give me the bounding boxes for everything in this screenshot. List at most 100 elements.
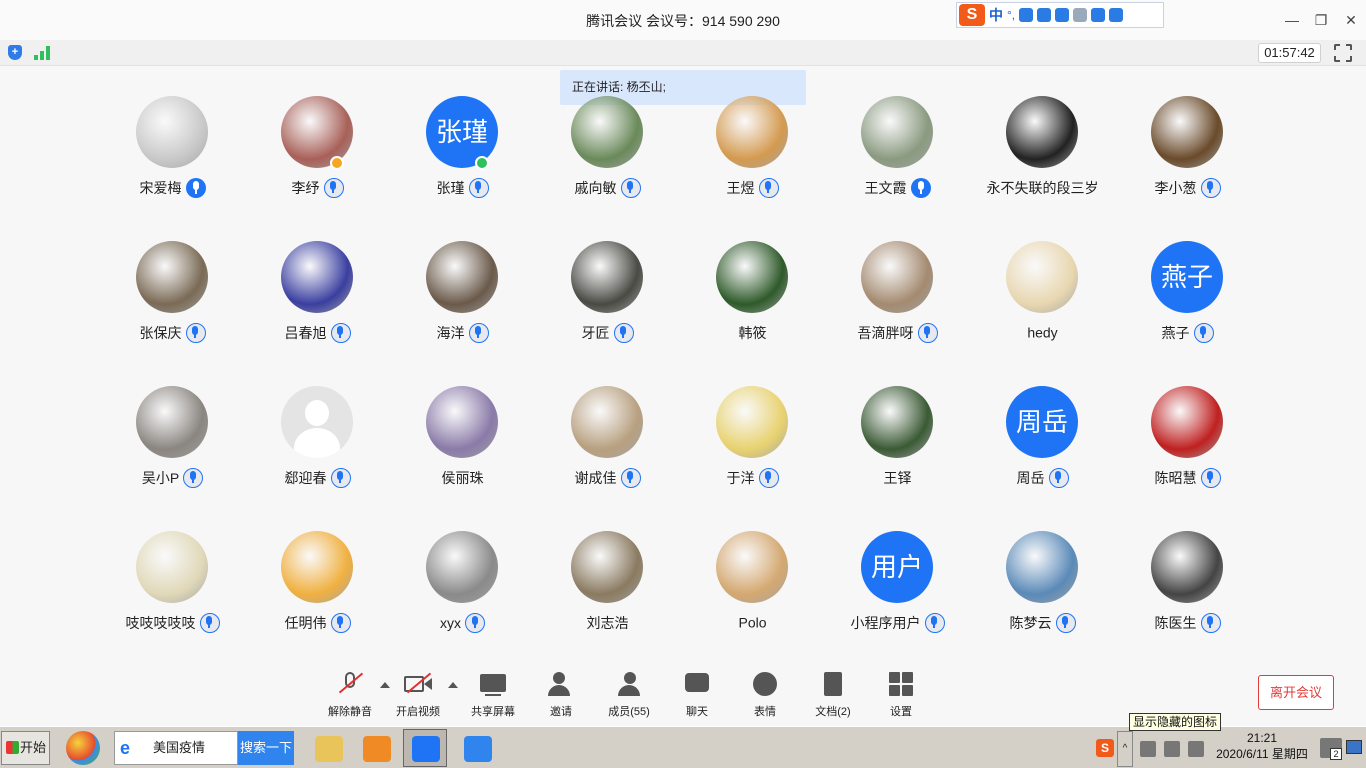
taskbar-tencent-meeting[interactable] [403,729,447,767]
avatar[interactable] [426,241,498,313]
avatar[interactable] [281,241,353,313]
participant-tile[interactable]: 王煜 [680,96,825,241]
participant-tile[interactable]: 张瑾 张瑾 [390,96,535,241]
avatar[interactable] [1151,386,1223,458]
emoji-button[interactable]: 表情 [733,670,797,720]
sogou-tray-icon[interactable]: S [1096,739,1114,757]
avatar[interactable] [281,531,353,603]
avatar[interactable] [861,96,933,168]
restore-button[interactable]: ❐ [1311,10,1331,30]
participant-tile[interactable]: 吱吱吱吱吱 [100,531,245,676]
toolbox-icon[interactable] [1109,8,1124,22]
participant-tile[interactable]: 牙匠 [535,241,680,386]
search-input[interactable]: e 美国疫情 [114,731,238,765]
chat-button[interactable]: 聊天 [665,670,729,720]
fullscreen-icon[interactable] [1334,44,1352,62]
avatar[interactable] [1006,531,1078,603]
start-video-button[interactable]: 开启视频 [386,670,450,720]
taskbar-media-player[interactable] [354,729,398,767]
documents-button[interactable]: 文档(2) [801,670,865,720]
taskbar-explorer[interactable] [306,729,350,767]
keyboard-icon[interactable] [1055,8,1070,22]
avatar[interactable] [1006,241,1078,313]
participant-tile[interactable]: 李小葱 [1115,96,1260,241]
avatar[interactable] [861,386,933,458]
participant-tile[interactable]: 陈梦云 [970,531,1115,676]
participant-tile[interactable]: 宋爱梅 [100,96,245,241]
avatar[interactable] [281,386,353,458]
participant-tile[interactable]: 吴小P [100,386,245,531]
avatar[interactable] [571,531,643,603]
avatar[interactable] [716,531,788,603]
avatar[interactable] [136,531,208,603]
search-button[interactable]: 搜索一下 [238,731,294,765]
avatar[interactable] [1151,96,1223,168]
participant-tile[interactable]: 戚向敏 [535,96,680,241]
avatar[interactable] [571,96,643,168]
participant-tile[interactable]: 陈医生 [1115,531,1260,676]
participant-tile[interactable]: 吕春旭 [245,241,390,386]
avatar[interactable] [571,241,643,313]
show-desktop-icon[interactable] [1346,740,1362,754]
avatar[interactable]: 周岳 [1006,386,1078,458]
avatar[interactable] [716,386,788,458]
participant-tile[interactable]: 侯丽珠 [390,386,535,531]
avatar[interactable] [426,531,498,603]
avatar[interactable] [861,241,933,313]
participant-tile[interactable]: 韩筱 [680,241,825,386]
network-icon[interactable] [1164,741,1180,757]
emoji-icon[interactable] [1019,8,1034,22]
usb-icon[interactable] [1140,741,1156,757]
avatar[interactable] [571,386,643,458]
show-hidden-icons-button[interactable]: ^ [1117,731,1133,767]
close-button[interactable]: ✕ [1341,10,1361,30]
participant-tile[interactable]: 张保庆 [100,241,245,386]
avatar[interactable] [136,96,208,168]
share-screen-button[interactable]: 共享屏幕 [461,670,525,720]
avatar[interactable] [426,386,498,458]
participant-tile[interactable]: xyx [390,531,535,676]
ime-toolbar[interactable]: S 中 °, [956,2,1164,28]
voice-icon[interactable] [1037,8,1052,22]
participant-tile[interactable]: 刘志浩 [535,531,680,676]
avatar[interactable] [716,241,788,313]
participant-tile[interactable]: Polo [680,531,825,676]
signal-icon[interactable] [34,45,50,60]
participant-tile[interactable]: 吾滴胖呀 [825,241,970,386]
participant-tile[interactable]: 于洋 [680,386,825,531]
participant-tile[interactable]: hedy [970,241,1115,386]
start-button[interactable]: 开始 [1,731,50,765]
leave-meeting-button[interactable]: 离开会议 [1258,675,1334,710]
avatar[interactable] [136,386,208,458]
members-button[interactable]: 成员(55) [597,670,661,720]
user-icon[interactable] [1073,8,1088,22]
invite-button[interactable]: 邀请 [529,670,593,720]
video-options-caret[interactable] [448,682,458,688]
taskbar-wps[interactable] [455,729,499,767]
participant-tile[interactable]: 永不失联的段三岁 [970,96,1115,241]
avatar[interactable] [716,96,788,168]
participant-tile[interactable]: 谢成佳 [535,386,680,531]
unmute-button[interactable]: 解除静音 [318,670,382,720]
minimize-button[interactable]: — [1282,10,1302,30]
clock[interactable]: 21:21 2020/6/11 星期四 [1212,730,1312,762]
participant-tile[interactable]: 王文霞 [825,96,970,241]
avatar[interactable] [1006,96,1078,168]
participant-tile[interactable]: 陈昭慧 [1115,386,1260,531]
participant-tile[interactable]: 王铎 [825,386,970,531]
participant-tile[interactable]: 用户 小程序用户 [825,531,970,676]
shield-icon[interactable]: + [8,45,22,60]
settings-button[interactable]: 设置 [869,670,933,720]
avatar[interactable] [281,96,353,168]
avatar[interactable]: 张瑾 [426,96,498,168]
avatar[interactable]: 用户 [861,531,933,603]
avatar[interactable]: 燕子 [1151,241,1223,313]
participant-tile[interactable]: 海洋 [390,241,535,386]
participant-tile[interactable]: 任明伟 [245,531,390,676]
participant-tile[interactable]: 周岳 周岳 [970,386,1115,531]
browser-orb-icon[interactable] [66,731,100,765]
participant-tile[interactable]: 李纾 [245,96,390,241]
participant-tile[interactable]: 郄迎春 [245,386,390,531]
participant-tile[interactable]: 燕子 燕子 [1115,241,1260,386]
avatar[interactable] [136,241,208,313]
